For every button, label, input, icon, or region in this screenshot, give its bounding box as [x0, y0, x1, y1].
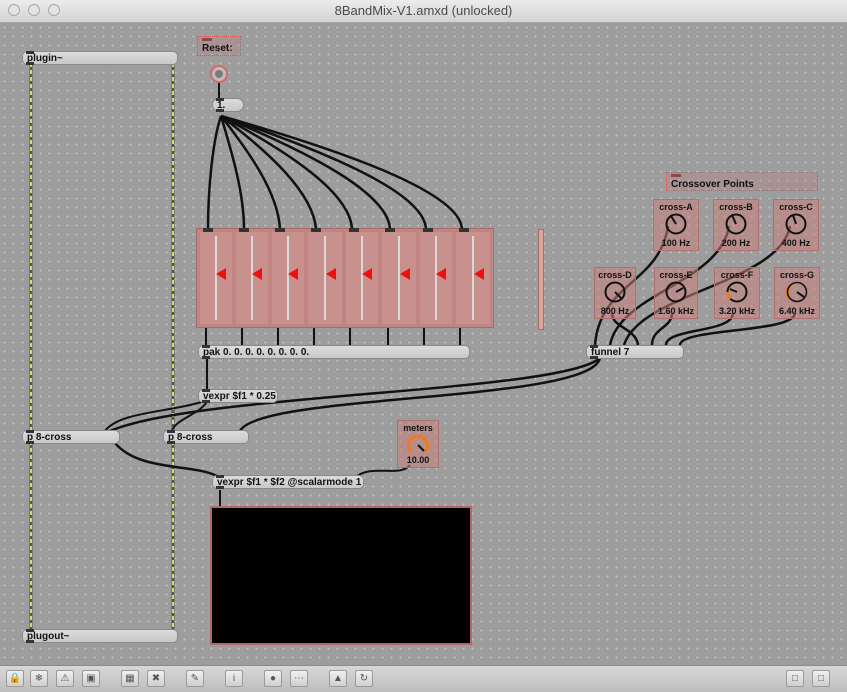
p-8-cross-right[interactable]: p 8-cross: [163, 430, 249, 444]
band-slider-8[interactable]: [454, 228, 492, 326]
slider-marker-icon: [252, 268, 262, 280]
dial-label: cross-E: [659, 270, 693, 280]
dial-label: cross-G: [779, 270, 814, 280]
band-slider-2[interactable]: [234, 228, 270, 326]
band-slider-6[interactable]: [380, 228, 418, 326]
dial-cross-f[interactable]: cross-F 3.20 kHz: [714, 267, 760, 319]
dial-value: 200 Hz: [721, 238, 751, 248]
knob-icon: [726, 281, 748, 303]
reset-comment: Reset:: [197, 36, 241, 56]
dial-value: 100 Hz: [661, 238, 691, 248]
right-panel-icon[interactable]: □: [812, 670, 830, 687]
dial-value: 800 Hz: [600, 306, 630, 316]
band-slider-3[interactable]: [270, 228, 306, 326]
lock-icon[interactable]: 🔒: [6, 670, 24, 687]
bottom-toolbar: 🔒 ❄ ⚠ ▣ ▦ ✖ ✎ i ● ⋯ ▲ ↻ □ □: [0, 665, 847, 692]
dial-label: cross-A: [659, 202, 693, 212]
patcher-canvas[interactable]: plugin~ plugout~ Reset: 1. pak 0. 0. 0. …: [0, 23, 847, 665]
dial-value: 3.20 kHz: [718, 306, 756, 316]
matrix-icon[interactable]: ⋯: [290, 670, 308, 687]
dial-cross-a[interactable]: cross-A 100 Hz: [653, 199, 699, 251]
plugout-object[interactable]: plugout~: [22, 629, 178, 643]
knob-icon: [407, 434, 429, 454]
dial-label: meters: [403, 423, 433, 433]
crossover-label: Crossover Points: [671, 179, 754, 190]
dial-value: 1.60 kHz: [657, 306, 695, 316]
dial-value: 10.00: [406, 455, 430, 465]
funnel-object[interactable]: funnel 7: [586, 345, 684, 359]
reset-button-dot: [215, 70, 223, 78]
edit-icon[interactable]: ✎: [186, 670, 204, 687]
dial-label: cross-D: [598, 270, 632, 280]
slider-marker-icon: [362, 268, 372, 280]
pak-object[interactable]: pak 0. 0. 0. 0. 0. 0. 0. 0.: [198, 345, 470, 359]
plugin-object[interactable]: plugin~: [22, 51, 178, 65]
message-one[interactable]: 1.: [212, 98, 244, 112]
band-slider-1[interactable]: [198, 228, 234, 326]
presentation-icon[interactable]: ▣: [82, 670, 100, 687]
multislider-display[interactable]: [210, 506, 472, 645]
knob-icon: [604, 281, 626, 303]
reset-label: Reset:: [202, 43, 233, 54]
vexpr-scalar-object[interactable]: vexpr $f1 * $f2 @scalarmode 1: [212, 475, 364, 489]
dial-label: cross-C: [779, 202, 813, 212]
dial-cross-c[interactable]: cross-C 400 Hz: [773, 199, 819, 251]
left-panel-icon[interactable]: □: [786, 670, 804, 687]
hierarchy-icon[interactable]: ▲: [329, 670, 347, 687]
slider-marker-icon: [436, 268, 446, 280]
crossover-comment: Crossover Points: [666, 172, 818, 191]
snowflake-icon[interactable]: ❄: [30, 670, 48, 687]
dial-value: 400 Hz: [781, 238, 811, 248]
warning-icon[interactable]: ⚠: [56, 670, 74, 687]
band-slider-7[interactable]: [418, 228, 454, 326]
dial-cross-d[interactable]: cross-D 800 Hz: [594, 267, 636, 319]
dial-cross-g[interactable]: cross-G 6.40 kHz: [774, 267, 820, 319]
vexpr-gain-object[interactable]: vexpr $f1 * 0.25: [198, 389, 278, 403]
knob-icon: [665, 281, 687, 303]
reset-button[interactable]: [210, 65, 228, 83]
dial-value: 6.40 kHz: [778, 306, 816, 316]
dial-meters[interactable]: meters 10.00: [397, 420, 439, 468]
slider-marker-icon: [326, 268, 336, 280]
p-8-cross-left[interactable]: p 8-cross: [22, 430, 120, 444]
knob-icon: [725, 213, 747, 235]
slider-marker-icon: [400, 268, 410, 280]
knob-icon: [785, 281, 808, 303]
info-icon[interactable]: i: [225, 670, 243, 687]
band-slider-4[interactable]: [306, 228, 344, 326]
slider-marker-icon: [216, 268, 226, 280]
fanout-cords: [206, 114, 464, 230]
grid-icon[interactable]: ▦: [121, 670, 139, 687]
close-box-icon[interactable]: ✖: [147, 670, 165, 687]
inlet-icon[interactable]: ●: [264, 670, 282, 687]
title-bar: 8BandMix-V1.amxd (unlocked): [0, 0, 847, 23]
slider-to-pak-cords: [205, 325, 461, 345]
slider-marker-icon: [288, 268, 298, 280]
dial-cross-e[interactable]: cross-E 1.60 kHz: [654, 267, 698, 319]
window-title: 8BandMix-V1.amxd (unlocked): [334, 3, 513, 18]
slider-marker-icon: [474, 268, 484, 280]
band-slider-5[interactable]: [344, 228, 380, 326]
dial-label: cross-F: [720, 270, 754, 280]
level-meter: [538, 229, 544, 330]
refresh-icon[interactable]: ↻: [355, 670, 373, 687]
dial-label: cross-B: [719, 202, 753, 212]
dial-cross-b[interactable]: cross-B 200 Hz: [713, 199, 759, 251]
knob-icon: [665, 213, 687, 235]
knob-icon: [785, 213, 807, 235]
